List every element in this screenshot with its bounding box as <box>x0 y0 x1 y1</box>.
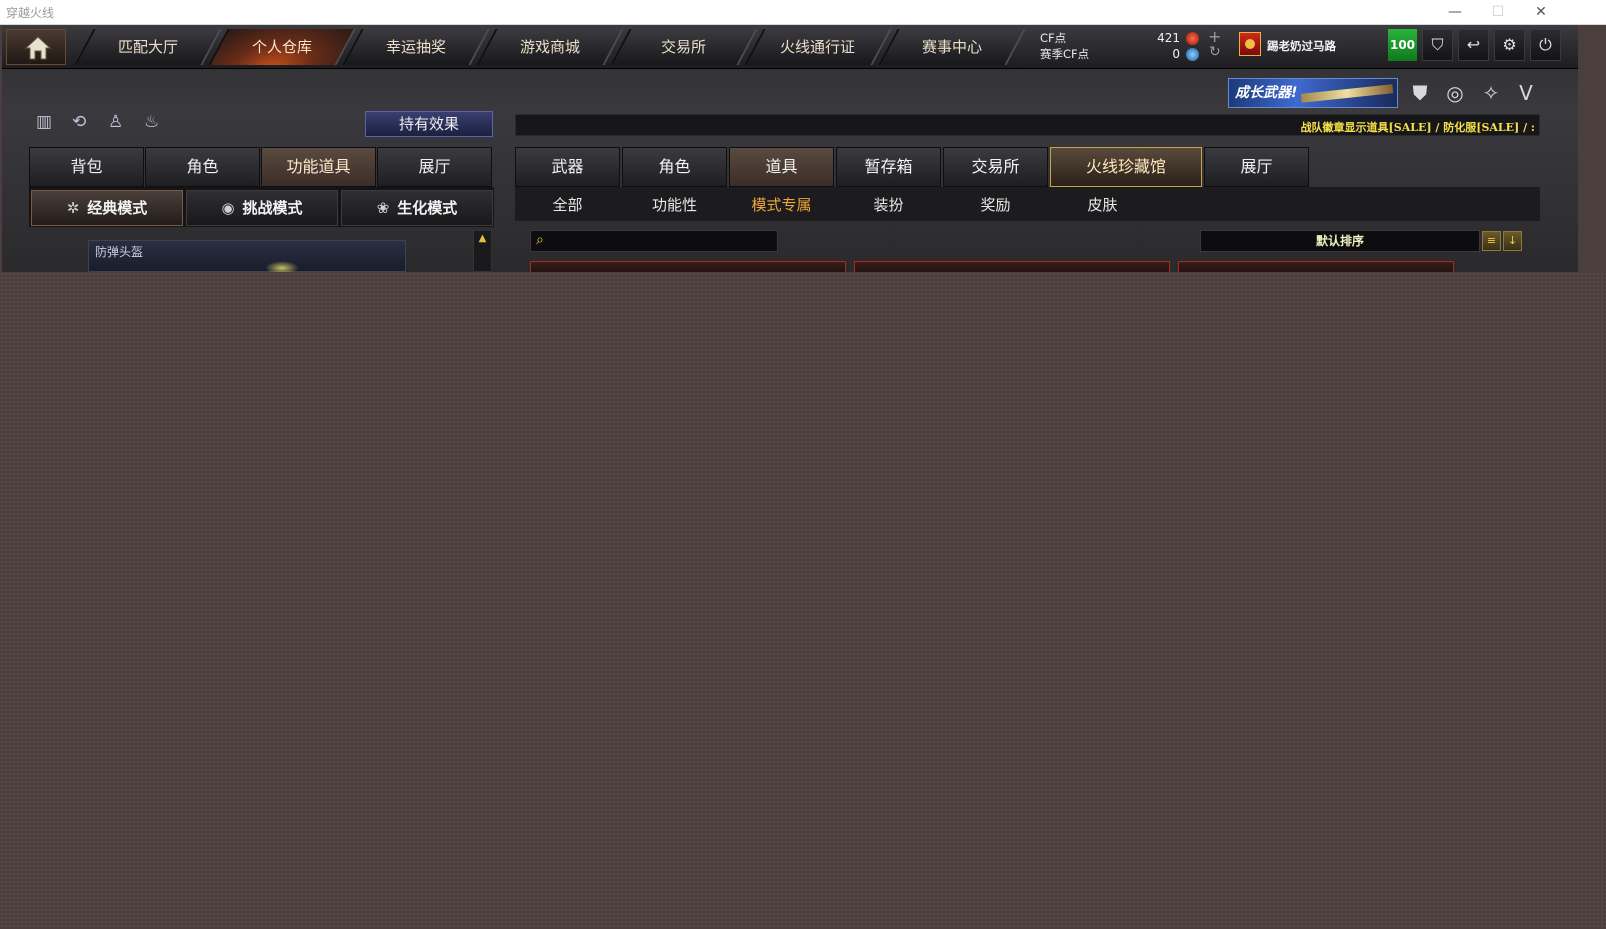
nav-tab-lucky-draw[interactable]: 幸运抽奖 <box>342 29 490 65</box>
pulse-icon: ◉ <box>221 199 235 217</box>
unrendered-area <box>0 272 1606 929</box>
home-icon <box>24 36 52 60</box>
inv-tab-showroom[interactable]: 展厅 <box>377 147 492 187</box>
season-cf-coin-icon <box>1186 48 1199 61</box>
nav-tab-events[interactable]: 赛事中心 <box>878 29 1026 65</box>
power-icon[interactable]: ⏻ <box>1530 29 1561 61</box>
window-title: 穿越火线 <box>6 6 55 20</box>
biohazard-icon: ❀ <box>376 199 390 217</box>
mode-tab-classic[interactable]: ✲ 经典模式 <box>31 190 183 226</box>
bag-icon[interactable]: ♨ <box>144 112 166 136</box>
crossed-swords-icon: ✲ <box>66 199 80 217</box>
inv-tab-character[interactable]: 角色 <box>145 147 260 187</box>
ranking-icon[interactable]: ▥ <box>36 112 58 136</box>
username: 踢老奶过马路 <box>1267 39 1336 53</box>
currency-values: 421 0 <box>1132 30 1180 62</box>
list-view-icon[interactable]: ≡ <box>1482 231 1501 251</box>
subtab-skin[interactable]: 皮肤 <box>1050 194 1155 215</box>
nav-tab-exchange[interactable]: 交易所 <box>610 29 758 65</box>
rifle-icon <box>1300 84 1394 103</box>
maximize-icon[interactable]: ☐ <box>1481 2 1515 22</box>
return-icon[interactable]: ↩ <box>1458 29 1489 61</box>
refresh-icon[interactable]: ↻ <box>1209 44 1221 60</box>
shield-icon[interactable]: ⛉ <box>1422 29 1453 61</box>
ticker-text: 战队徽章显示道具[SALE] / 防化服[SALE] / : <box>1300 121 1535 134</box>
rank-badge-icon <box>1239 32 1261 56</box>
sort-select[interactable]: 默认排序 <box>1200 230 1480 252</box>
store-subtabs: 全部 功能性 模式专属 装扮 奖励 皮肤 <box>515 187 1540 221</box>
top-nav: 匹配大厅 个人仓库 幸运抽奖 游戏商城 交易所 火线通行证 赛事中心 CF点 赛… <box>2 25 1578 69</box>
currency-labels: CF点 赛季CF点 <box>1040 30 1089 62</box>
subtab-mode-exclusive[interactable]: 模式专属 <box>729 194 834 215</box>
sort-desc-icon[interactable]: ↓ <box>1503 231 1522 251</box>
season-cf-value: 0 <box>1172 47 1180 61</box>
mode-tab-biochem[interactable]: ❀ 生化模式 <box>341 190 493 226</box>
sale-ticker: 战队徽章显示道具[SALE] / 防化服[SALE] / : <box>515 114 1540 136</box>
growth-weapon-banner[interactable]: 成长武器! <box>1228 78 1398 108</box>
subtab-reward[interactable]: 奖励 <box>943 194 1048 215</box>
item-name: 防弹头盔 <box>95 245 144 259</box>
store-tab-storage[interactable]: 暂存箱 <box>836 147 941 187</box>
store-tab-character[interactable]: 角色 <box>622 147 727 187</box>
character-icon[interactable]: ♙ <box>108 112 130 136</box>
store-tab-items[interactable]: 道具 <box>729 147 834 187</box>
store-tab-collection[interactable]: 火线珍藏馆 <box>1050 147 1202 187</box>
vip-badge-icon[interactable]: ⛊ <box>1407 80 1433 106</box>
game-client: 匹配大厅 个人仓库 幸运抽奖 游戏商城 交易所 火线通行证 赛事中心 CF点 赛… <box>2 25 1578 275</box>
minimize-icon[interactable]: — <box>1438 2 1472 22</box>
nav-tab-warehouse[interactable]: 个人仓库 <box>208 29 356 65</box>
wrench-badge-icon[interactable]: ✧ <box>1478 80 1504 106</box>
store-item-card[interactable] <box>854 261 1170 272</box>
store-item-card[interactable] <box>1178 261 1454 272</box>
store-tab-weapons[interactable]: 武器 <box>515 147 620 187</box>
scroll-up-icon[interactable]: ▲ <box>474 231 491 247</box>
search-icon: ⌕ <box>536 232 544 248</box>
cf-coin-icon <box>1186 32 1199 45</box>
nav-tab-battle-pass[interactable]: 火线通行证 <box>744 29 892 65</box>
globe-badge-icon[interactable]: ◎ <box>1442 80 1468 106</box>
item-card[interactable]: 防弹头盔 <box>88 240 406 275</box>
cf-value: 421 <box>1157 31 1180 45</box>
history-icon[interactable]: ⟲ <box>72 112 94 136</box>
subtab-all[interactable]: 全部 <box>515 194 620 215</box>
inventory-scrollbar[interactable]: ▲ <box>473 230 492 272</box>
home-button[interactable] <box>6 29 66 65</box>
gear-icon[interactable]: ⚙ <box>1494 29 1525 61</box>
search-input[interactable]: ⌕ <box>530 230 778 252</box>
store-item-card[interactable] <box>530 261 846 272</box>
nav-tab-game-store[interactable]: 游戏商城 <box>476 29 624 65</box>
mode-tab-challenge[interactable]: ◉ 挑战模式 <box>186 190 338 226</box>
store-tab-exchange[interactable]: 交易所 <box>943 147 1048 187</box>
mode-tabs: ✲ 经典模式 ◉ 挑战模式 ❀ 生化模式 <box>29 187 494 227</box>
season-cf-label: 赛季CF点 <box>1040 47 1090 61</box>
level-badge: 100 <box>1388 29 1417 61</box>
cf-label: CF点 <box>1040 31 1067 45</box>
nav-tab-match-lobby[interactable]: 匹配大厅 <box>74 29 222 65</box>
v-badge-icon[interactable]: V <box>1513 80 1539 106</box>
store-tab-showroom[interactable]: 展厅 <box>1204 147 1309 187</box>
subtab-costume[interactable]: 装扮 <box>836 194 941 215</box>
close-icon[interactable]: ✕ <box>1524 2 1558 22</box>
subtab-functional[interactable]: 功能性 <box>622 194 727 215</box>
inv-tab-backpack[interactable]: 背包 <box>29 147 144 187</box>
inv-tab-function-items[interactable]: 功能道具 <box>261 147 376 187</box>
window-titlebar: 穿越火线 — ☐ ✕ <box>0 0 1606 25</box>
hold-effect-button[interactable]: 持有效果 <box>365 111 493 137</box>
